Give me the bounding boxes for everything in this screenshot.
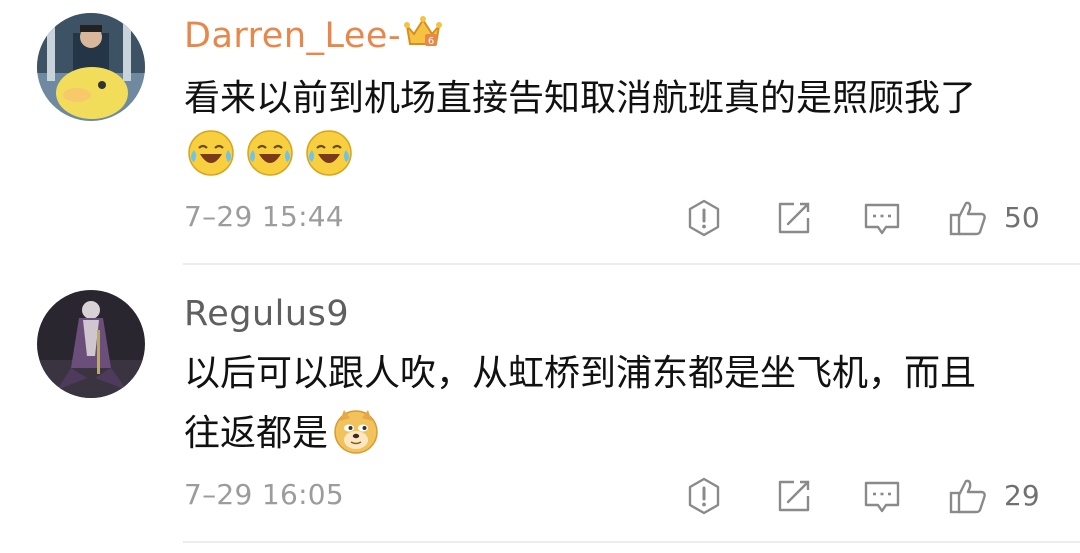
like-count: 50 (1004, 201, 1040, 234)
timestamp: 7–29 15:44 (184, 200, 345, 233)
username[interactable]: Darren_Lee- (184, 14, 401, 58)
svg-text:6: 6 (428, 36, 434, 47)
laughing-crying-emoji (247, 130, 293, 176)
thumbs-up-icon[interactable] (948, 198, 988, 238)
comment-item: Regulus9 以后可以跟人吹，从虹桥到浦东都是坐飞机，而且 往返都是 7–2… (0, 264, 1080, 544)
comment-text: 看来以前到机场直接告知取消航班真的是照顾我了 (184, 69, 1054, 129)
comment-text-line: 往返都是 (184, 404, 1054, 464)
report-icon[interactable] (684, 198, 724, 238)
emoji-row (186, 128, 358, 180)
laughing-crying-emoji (188, 130, 234, 176)
crown-vip-icon: 6 (404, 16, 442, 47)
username[interactable]: Regulus9 (184, 292, 349, 336)
laughing-crying-emoji (306, 130, 352, 176)
report-icon[interactable] (684, 476, 724, 516)
doge-emoji (334, 410, 378, 454)
comment-text-fragment: 往返都是 (184, 413, 329, 454)
like-count: 29 (1004, 479, 1040, 512)
comment-item: Darren_Lee- 6 看来以前到机场直接告知取消航班真的是照顾我了 7–2… (0, 0, 1080, 264)
comment-text-line: 看来以前到机场直接告知取消航班真的是照顾我了 (184, 78, 977, 119)
timestamp: 7–29 16:05 (184, 478, 345, 511)
avatar[interactable] (37, 13, 145, 121)
repost-icon[interactable] (774, 198, 814, 238)
avatar[interactable] (37, 290, 145, 398)
reply-icon[interactable] (862, 198, 902, 238)
repost-icon[interactable] (774, 476, 814, 516)
thumbs-up-icon[interactable] (948, 476, 988, 516)
comment-text: 以后可以跟人吹，从虹桥到浦东都是坐飞机，而且 往返都是 (184, 344, 1054, 464)
reply-icon[interactable] (862, 476, 902, 516)
divider (183, 541, 1080, 543)
comment-text-line: 以后可以跟人吹，从虹桥到浦东都是坐飞机，而且 (184, 353, 977, 394)
